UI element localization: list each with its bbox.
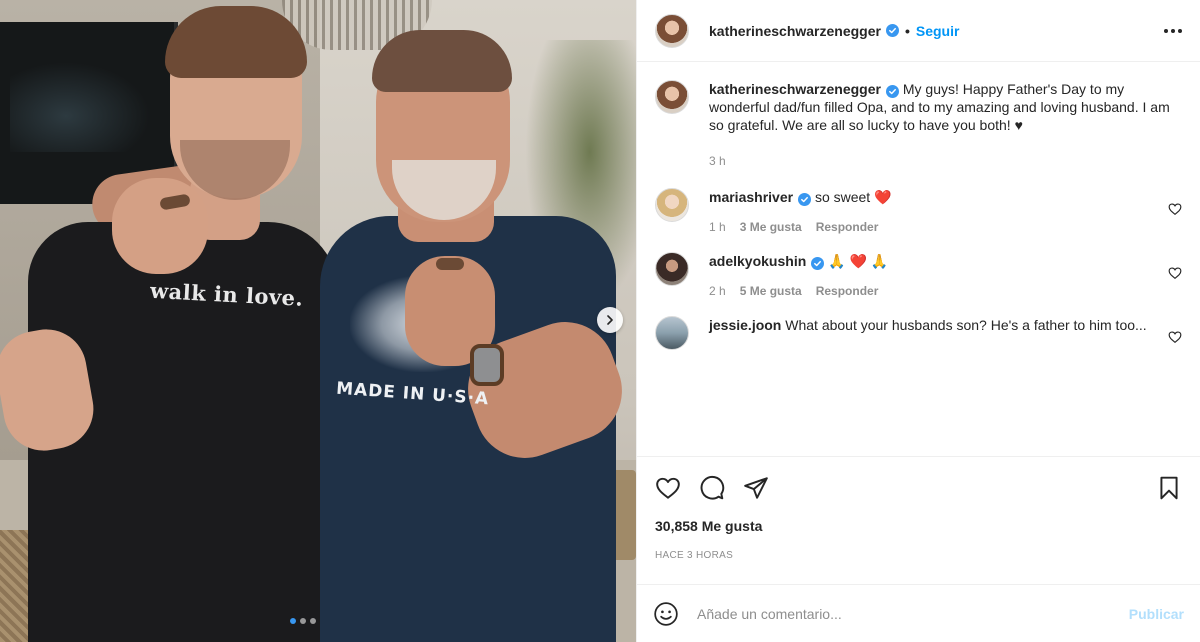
commenter-username[interactable]: jessie.joon xyxy=(709,317,781,333)
photo-watch xyxy=(470,344,504,386)
follow-button[interactable]: Seguir xyxy=(916,23,960,39)
verified-badge-icon xyxy=(885,85,899,98)
commenter-username[interactable]: adelkyokushin xyxy=(709,253,806,269)
commenter-avatar[interactable] xyxy=(655,252,689,286)
comment-likes[interactable]: 5 Me gusta xyxy=(740,282,802,300)
commenter-avatar[interactable] xyxy=(655,188,689,222)
emoji-smiley-icon[interactable] xyxy=(653,601,679,627)
separator-dot: • xyxy=(904,22,910,39)
comment-item: mariashriver so sweet ❤️ 1 h 3 Me gusta … xyxy=(655,188,1182,236)
commenter-username[interactable]: mariashriver xyxy=(709,189,793,205)
carousel-dot-active xyxy=(290,618,296,624)
photo-cigar-right xyxy=(436,258,464,270)
verified-badge-icon xyxy=(885,24,899,37)
comment-meta: 1 h 3 Me gusta Responder xyxy=(709,218,1152,236)
comment-bubble-icon[interactable] xyxy=(699,475,725,501)
commenter-avatar[interactable] xyxy=(655,316,689,350)
post-actions-bar xyxy=(637,456,1200,518)
photo-hair-right xyxy=(372,30,512,92)
verified-badge-icon xyxy=(798,193,812,206)
more-options-button[interactable] xyxy=(1164,23,1182,39)
comment-input[interactable] xyxy=(697,605,1129,622)
like-comment-heart-icon[interactable] xyxy=(1168,266,1182,280)
more-dot xyxy=(1178,28,1182,33)
add-comment-bar: Publicar xyxy=(637,584,1200,642)
comment-meta: 2 h 5 Me gusta Responder xyxy=(709,282,1152,300)
instagram-post: walk in love. MADE IN U·S·A katherinesch… xyxy=(0,0,1200,642)
comment-body: mariashriver so sweet ❤️ 1 h 3 Me gusta … xyxy=(709,188,1182,236)
comment-text: What about your husbands son? He's a fat… xyxy=(785,317,1147,333)
more-dot xyxy=(1164,28,1168,33)
like-comment-heart-icon[interactable] xyxy=(1168,330,1182,344)
chevron-right-icon xyxy=(607,315,613,325)
author-avatar[interactable] xyxy=(655,13,689,48)
carousel-dot xyxy=(310,618,316,624)
reply-button[interactable]: Responder xyxy=(816,282,879,300)
post-header: katherineschwarzenegger • Seguir xyxy=(637,0,1200,62)
comments-list[interactable]: katherineschwarzenegger My guys! Happy F… xyxy=(637,62,1200,456)
comment-item: adelkyokushin 🙏 ❤️ 🙏 2 h 5 Me gusta Resp… xyxy=(655,252,1182,300)
comment-likes[interactable]: 3 Me gusta xyxy=(740,218,802,236)
post-details-panel: katherineschwarzenegger • Seguir katheri… xyxy=(636,0,1200,642)
caption-body: katherineschwarzenegger My guys! Happy F… xyxy=(709,80,1182,170)
publish-button[interactable]: Publicar xyxy=(1129,606,1184,622)
save-bookmark-icon[interactable] xyxy=(1156,475,1182,501)
like-heart-icon[interactable] xyxy=(655,475,681,501)
caption-meta: 3 h xyxy=(709,152,1182,170)
carousel-dot xyxy=(300,618,306,624)
reply-button[interactable]: Responder xyxy=(816,218,879,236)
photo-scene: walk in love. MADE IN U·S·A xyxy=(0,0,636,642)
photo-hand-left xyxy=(112,178,208,274)
like-comment-heart-icon[interactable] xyxy=(1168,202,1182,216)
carousel-dots xyxy=(290,618,316,624)
comment-body: jessie.joon What about your husbands son… xyxy=(709,316,1182,334)
caption-timestamp[interactable]: 3 h xyxy=(709,152,726,170)
comment-item: jessie.joon What about your husbands son… xyxy=(655,316,1182,350)
likes-count[interactable]: 30,858 Me gusta xyxy=(637,518,1200,538)
comment-text: so sweet ❤️ xyxy=(814,189,892,205)
share-paper-plane-icon[interactable] xyxy=(743,475,769,501)
post-timestamp[interactable]: HACE 3 HORAS xyxy=(637,550,1200,566)
comment-body: adelkyokushin 🙏 ❤️ 🙏 2 h 5 Me gusta Resp… xyxy=(709,252,1182,300)
post-caption: katherineschwarzenegger My guys! Happy F… xyxy=(655,80,1182,170)
post-photo[interactable]: walk in love. MADE IN U·S·A xyxy=(0,0,636,642)
author-avatar[interactable] xyxy=(655,80,689,114)
more-dot xyxy=(1171,28,1175,33)
carousel-next-button[interactable] xyxy=(597,307,623,333)
comment-timestamp[interactable]: 2 h xyxy=(709,282,726,300)
comment-timestamp[interactable]: 1 h xyxy=(709,218,726,236)
author-username[interactable]: katherineschwarzenegger xyxy=(709,23,881,39)
comment-text: 🙏 ❤️ 🙏 xyxy=(828,253,889,269)
caption-username[interactable]: katherineschwarzenegger xyxy=(709,81,881,97)
verified-badge-icon xyxy=(811,257,825,270)
